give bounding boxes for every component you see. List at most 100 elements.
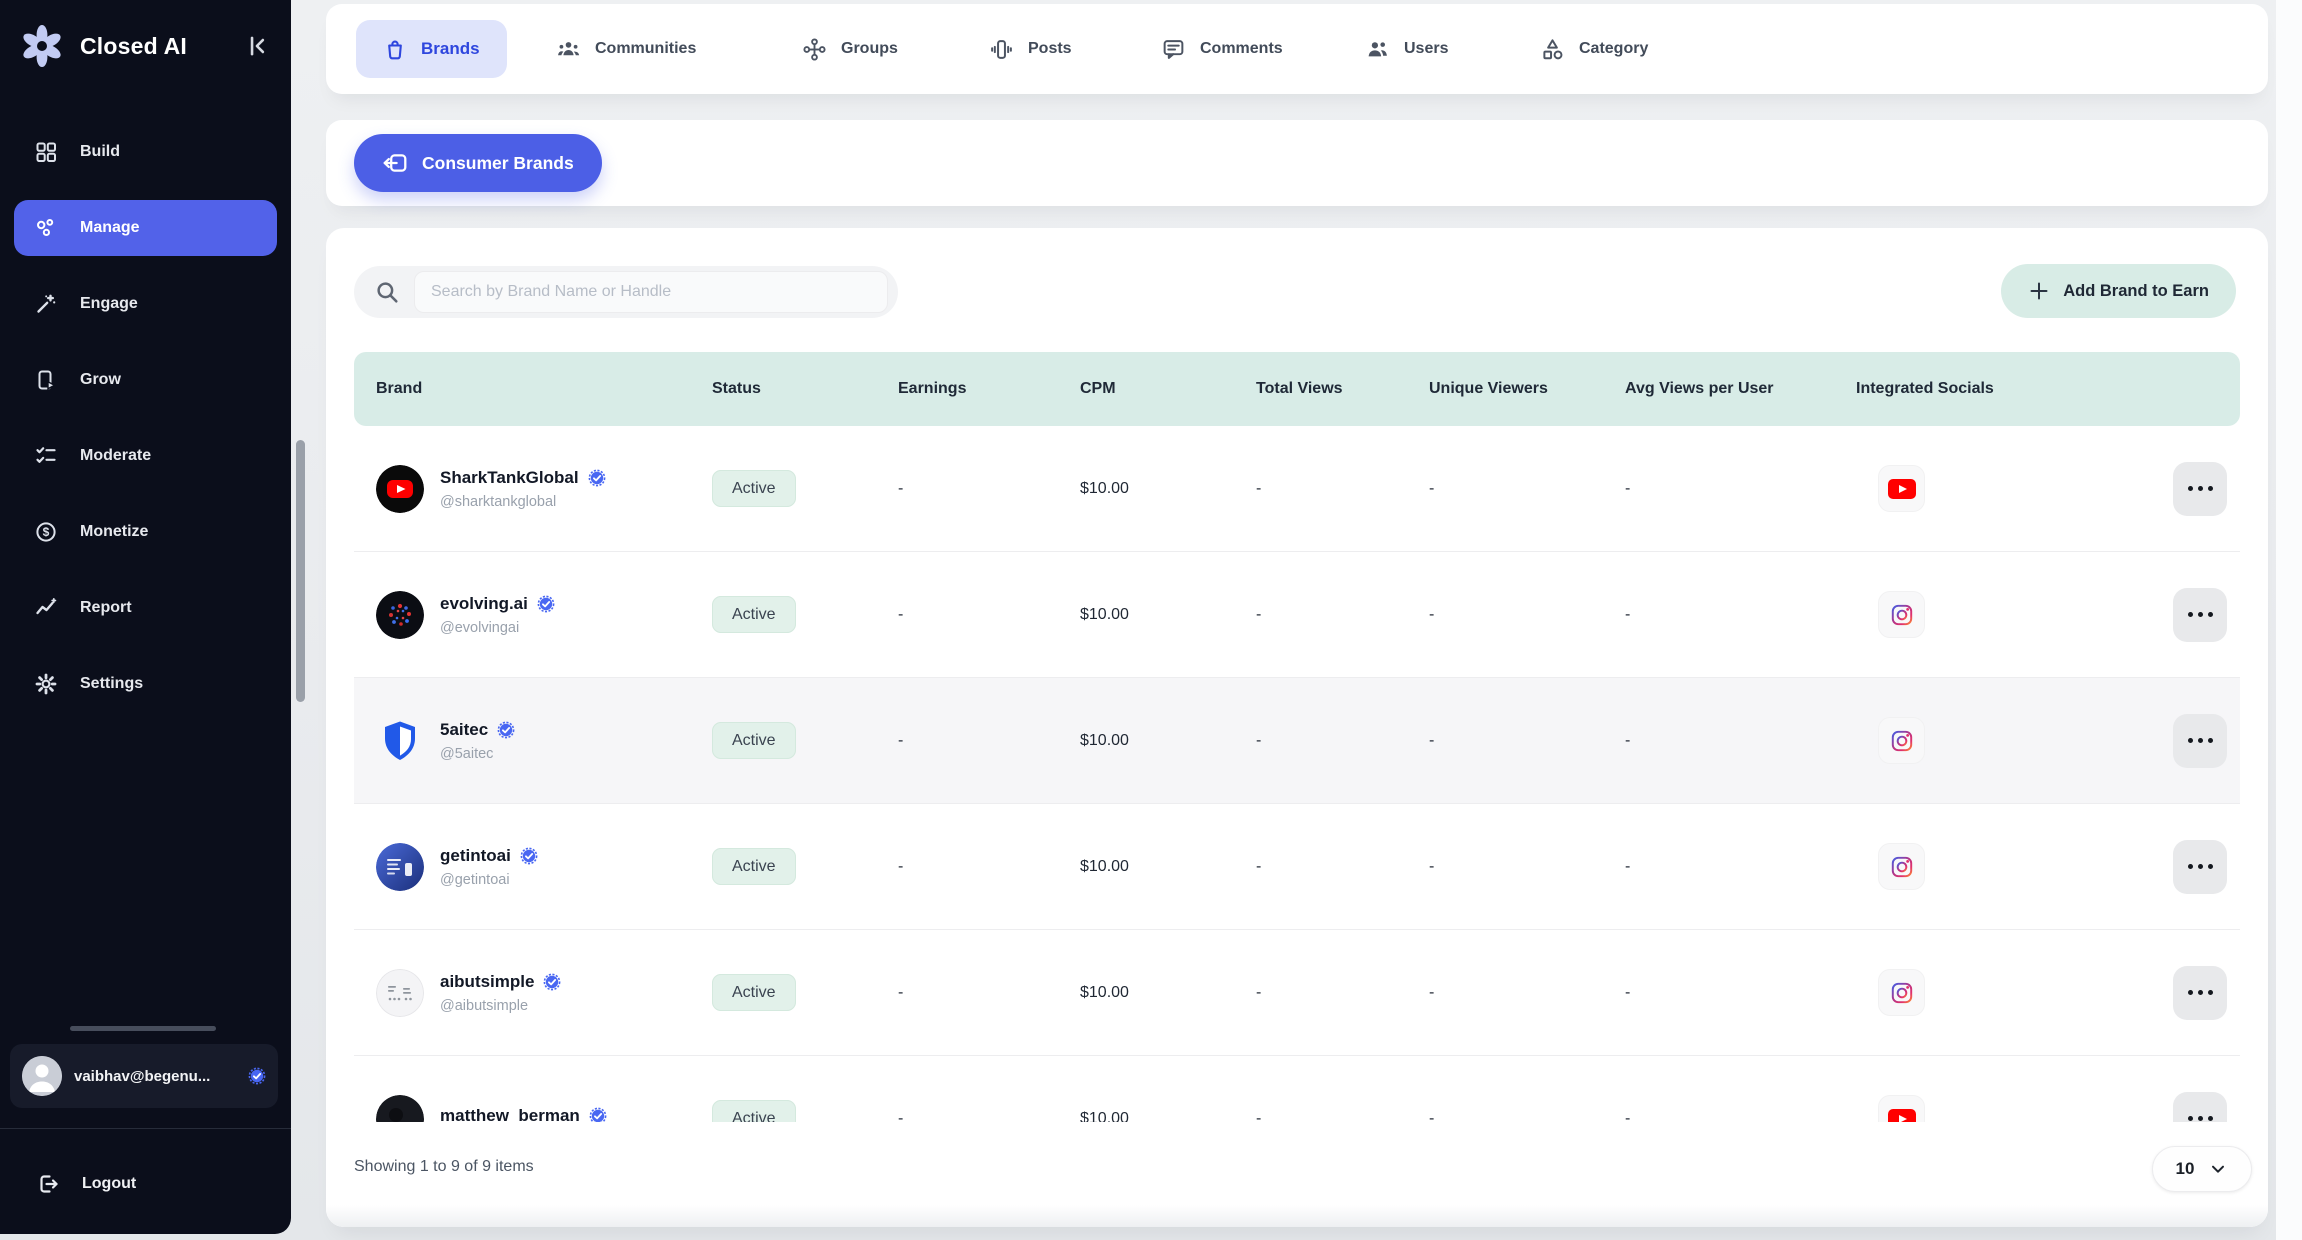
app-logo-row: Closed AI [18, 18, 273, 74]
tab-groups[interactable]: Groups [802, 4, 898, 94]
avg-views-value: - [1625, 984, 1856, 1002]
sidebar-item-engage[interactable]: Engage [14, 276, 277, 332]
earnings-value: - [898, 984, 1080, 1002]
brand-avatar [376, 465, 424, 513]
row-actions-button[interactable] [2173, 462, 2227, 516]
status-badge: Active [712, 1100, 796, 1123]
filter-bar-card: Consumer Brands [326, 120, 2268, 206]
tab-brands[interactable]: Brands [356, 20, 507, 78]
column-header-earnings: Earnings [898, 380, 1080, 398]
table-header: Brand Status Earnings CPM Total Views Un… [354, 352, 2240, 426]
youtube-icon [1878, 1095, 1925, 1122]
row-actions-button[interactable] [2173, 1092, 2227, 1123]
brand-name: aibutsimple [440, 972, 534, 992]
verified-badge-icon [497, 721, 515, 739]
column-header-status: Status [712, 380, 898, 398]
sidebar-item-label: Monetize [80, 523, 148, 541]
users-icon [1365, 37, 1390, 62]
brand-handle: @evolvingai [440, 620, 555, 636]
svg-text:$: $ [43, 525, 50, 539]
tab-users[interactable]: Users [1365, 4, 1448, 94]
sidebar-item-settings[interactable]: Settings [14, 656, 277, 712]
earnings-value: - [898, 1110, 1080, 1123]
collapse-sidebar-icon[interactable] [243, 31, 273, 61]
avg-views-value: - [1625, 1110, 1856, 1123]
status-badge: Active [712, 722, 796, 759]
earnings-value: - [898, 606, 1080, 624]
row-actions-button[interactable] [2173, 588, 2227, 642]
sidebar-item-monetize[interactable]: $ Monetize [14, 504, 277, 560]
instagram-icon [1878, 717, 1925, 764]
earnings-value: - [898, 480, 1080, 498]
cpm-value: $10.00 [1080, 1110, 1256, 1123]
plus-icon [2028, 280, 2050, 302]
verified-badge-icon [589, 1107, 607, 1123]
sidebar-item-label: Engage [80, 295, 138, 313]
card-bottom-fade [326, 1205, 2268, 1227]
total-views-value: - [1256, 1110, 1429, 1123]
column-header-cpm: CPM [1080, 380, 1256, 398]
tab-communities[interactable]: Communities [556, 4, 696, 94]
brand-avatar [376, 843, 424, 891]
sidebar-item-build[interactable]: Build [14, 124, 277, 180]
avg-views-value: - [1625, 858, 1856, 876]
divider [0, 1128, 291, 1129]
category-shapes-icon [1540, 37, 1565, 62]
tab-comments[interactable]: Comments [1161, 4, 1283, 94]
sidebar-item-label: Settings [80, 675, 143, 693]
row-actions-button[interactable] [2173, 714, 2227, 768]
report-icon [34, 596, 58, 620]
status-badge: Active [712, 470, 796, 507]
search-icon [374, 279, 400, 305]
pagination-summary: Showing 1 to 9 of 9 items [354, 1158, 534, 1176]
row-actions-button[interactable] [2173, 966, 2227, 1020]
consumer-brands-label: Consumer Brands [422, 153, 574, 174]
communities-icon [556, 37, 581, 62]
column-header-total-views: Total Views [1256, 380, 1429, 398]
tab-posts[interactable]: Posts [989, 4, 1072, 94]
row-actions-button[interactable] [2173, 840, 2227, 894]
app-title: Closed AI [80, 33, 187, 60]
brand-name: getintoai [440, 846, 511, 866]
sidebar-item-grow[interactable]: Grow [14, 352, 277, 408]
grow-icon [34, 368, 58, 392]
instagram-icon [1878, 591, 1925, 638]
cpm-value: $10.00 [1080, 858, 1256, 876]
sidebar: Closed AI Build Manage [0, 0, 291, 1234]
page-scrollbar-track[interactable] [2276, 0, 2302, 1240]
tab-label: Groups [841, 40, 898, 58]
sidebar-item-manage[interactable]: Manage [14, 200, 277, 256]
sidebar-scrollbar-thumb[interactable] [296, 440, 305, 702]
tab-category[interactable]: Category [1540, 4, 1648, 94]
sidebar-item-label: Grow [80, 371, 121, 389]
brand-name: 5aitec [440, 720, 488, 740]
sidebar-item-label: Report [80, 599, 132, 617]
sidebar-item-report[interactable]: Report [14, 580, 277, 636]
search-input[interactable] [414, 271, 888, 313]
table-row: getintoai @getintoai Active - $10.00 - -… [354, 804, 2240, 930]
logout-button[interactable]: Logout [14, 1156, 277, 1212]
status-badge: Active [712, 974, 796, 1011]
engage-icon [34, 292, 58, 316]
add-brand-label: Add Brand to Earn [2063, 282, 2209, 301]
sidebar-item-moderate[interactable]: Moderate [14, 428, 277, 484]
posts-icon [989, 37, 1014, 62]
moderate-icon [34, 444, 58, 468]
brand-avatar [376, 591, 424, 639]
page-size-select[interactable]: 10 [2152, 1146, 2252, 1192]
logout-icon [36, 1172, 60, 1196]
verified-badge-icon [248, 1067, 266, 1085]
brand-avatar [376, 717, 424, 765]
sidebar-item-label: Manage [80, 219, 140, 237]
tab-label: Communities [595, 40, 696, 58]
avatar [22, 1056, 62, 1096]
sidebar-resize-handle[interactable] [70, 1026, 216, 1031]
add-brand-button[interactable]: Add Brand to Earn [2001, 264, 2236, 318]
brand-handle: @5aitec [440, 746, 515, 762]
user-account-card[interactable]: vaibhav@begenu... [10, 1044, 278, 1108]
status-badge: Active [712, 596, 796, 633]
consumer-brands-button[interactable]: Consumer Brands [354, 134, 602, 192]
youtube-icon [1878, 465, 1925, 512]
cpm-value: $10.00 [1080, 606, 1256, 624]
groups-icon [802, 37, 827, 62]
